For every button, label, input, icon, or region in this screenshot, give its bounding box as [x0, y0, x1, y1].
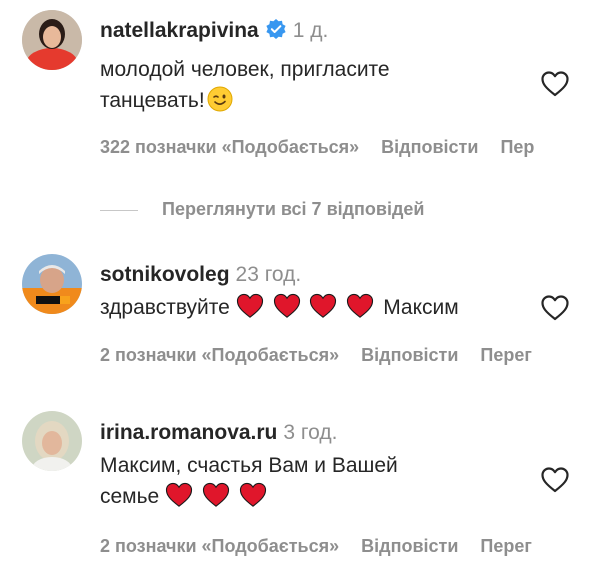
- avatar[interactable]: [22, 254, 82, 314]
- reply-button[interactable]: Відповісти: [381, 137, 478, 157]
- red-heart-emoji-icon: [273, 293, 300, 318]
- translate-button[interactable]: Пер: [500, 137, 534, 157]
- comment-text-line: молодой человек, пригласите: [100, 58, 390, 81]
- comment-meta: 322 позначки «Подобається» Відповісти Пер: [100, 136, 556, 158]
- red-heart-emoji-icon: [166, 482, 193, 507]
- red-heart-emoji-icon: [202, 482, 230, 507]
- wink-emoji-icon: [207, 86, 233, 121]
- replies-divider: [100, 209, 138, 211]
- avatar[interactable]: [22, 411, 82, 471]
- like-heart-icon[interactable]: [540, 294, 570, 322]
- comment-meta: 2 позначки «Подобається» Відповісти Перег: [100, 344, 554, 366]
- comment-text-fragment: Максим: [383, 296, 459, 319]
- avatar[interactable]: [22, 10, 82, 70]
- view-replies-label: Переглянути всі 7 відповідей: [162, 199, 425, 219]
- red-heart-emoji-icon: [310, 293, 337, 318]
- comment-header: sotnikovoleg 23 год.: [100, 262, 301, 288]
- comment-time[interactable]: 1 д.: [293, 19, 329, 42]
- comment-text-fragment: танцевать!: [100, 89, 205, 112]
- likes-count[interactable]: 2 позначки «Подобається»: [100, 536, 339, 556]
- red-heart-emoji-icon: [236, 293, 263, 318]
- like-heart-icon[interactable]: [540, 70, 570, 98]
- comment-text-line: Максим, счастья Вам и Вашей: [100, 454, 398, 477]
- red-heart-emoji-icon: [239, 482, 266, 507]
- comment-text-fragment: здравствуйте: [100, 296, 230, 319]
- hearts-emoji-group: [165, 482, 270, 517]
- username[interactable]: irina.romanova.ru: [100, 421, 277, 444]
- comment-text: Максим, счастья Вам и Вашей семье: [100, 450, 520, 517]
- comment-time[interactable]: 3 год.: [283, 421, 337, 444]
- comment-header: irina.romanova.ru 3 год.: [100, 420, 337, 446]
- view-replies-button[interactable]: Переглянути всі 7 відповідей: [100, 198, 425, 220]
- likes-count[interactable]: 2 позначки «Подобається»: [100, 345, 339, 365]
- reply-button[interactable]: Відповісти: [361, 345, 458, 365]
- username[interactable]: sotnikovoleg: [100, 263, 230, 286]
- comment-text-line: семье: [100, 481, 520, 517]
- likes-count[interactable]: 322 позначки «Подобається»: [100, 137, 359, 157]
- comment-text: молодой человек, пригласите танцевать!: [100, 54, 520, 121]
- red-heart-emoji-icon: [347, 293, 374, 318]
- comment-header: natellakrapivina 1 д.: [100, 18, 328, 47]
- like-heart-icon[interactable]: [540, 466, 570, 494]
- hearts-emoji-group: [236, 293, 378, 328]
- verified-badge-icon: [265, 18, 287, 47]
- username[interactable]: natellakrapivina: [100, 19, 259, 42]
- comment-text-line: танцевать!: [100, 85, 520, 121]
- comment-text-fragment: семье: [100, 485, 160, 508]
- translate-button[interactable]: Перег: [480, 536, 531, 556]
- comment-text: здравствуйте Максим: [100, 292, 520, 328]
- reply-button[interactable]: Відповісти: [361, 536, 458, 556]
- translate-button[interactable]: Перег: [480, 345, 531, 365]
- comment-time[interactable]: 23 год.: [236, 263, 302, 286]
- comment-meta: 2 позначки «Подобається» Відповісти Перег: [100, 535, 554, 557]
